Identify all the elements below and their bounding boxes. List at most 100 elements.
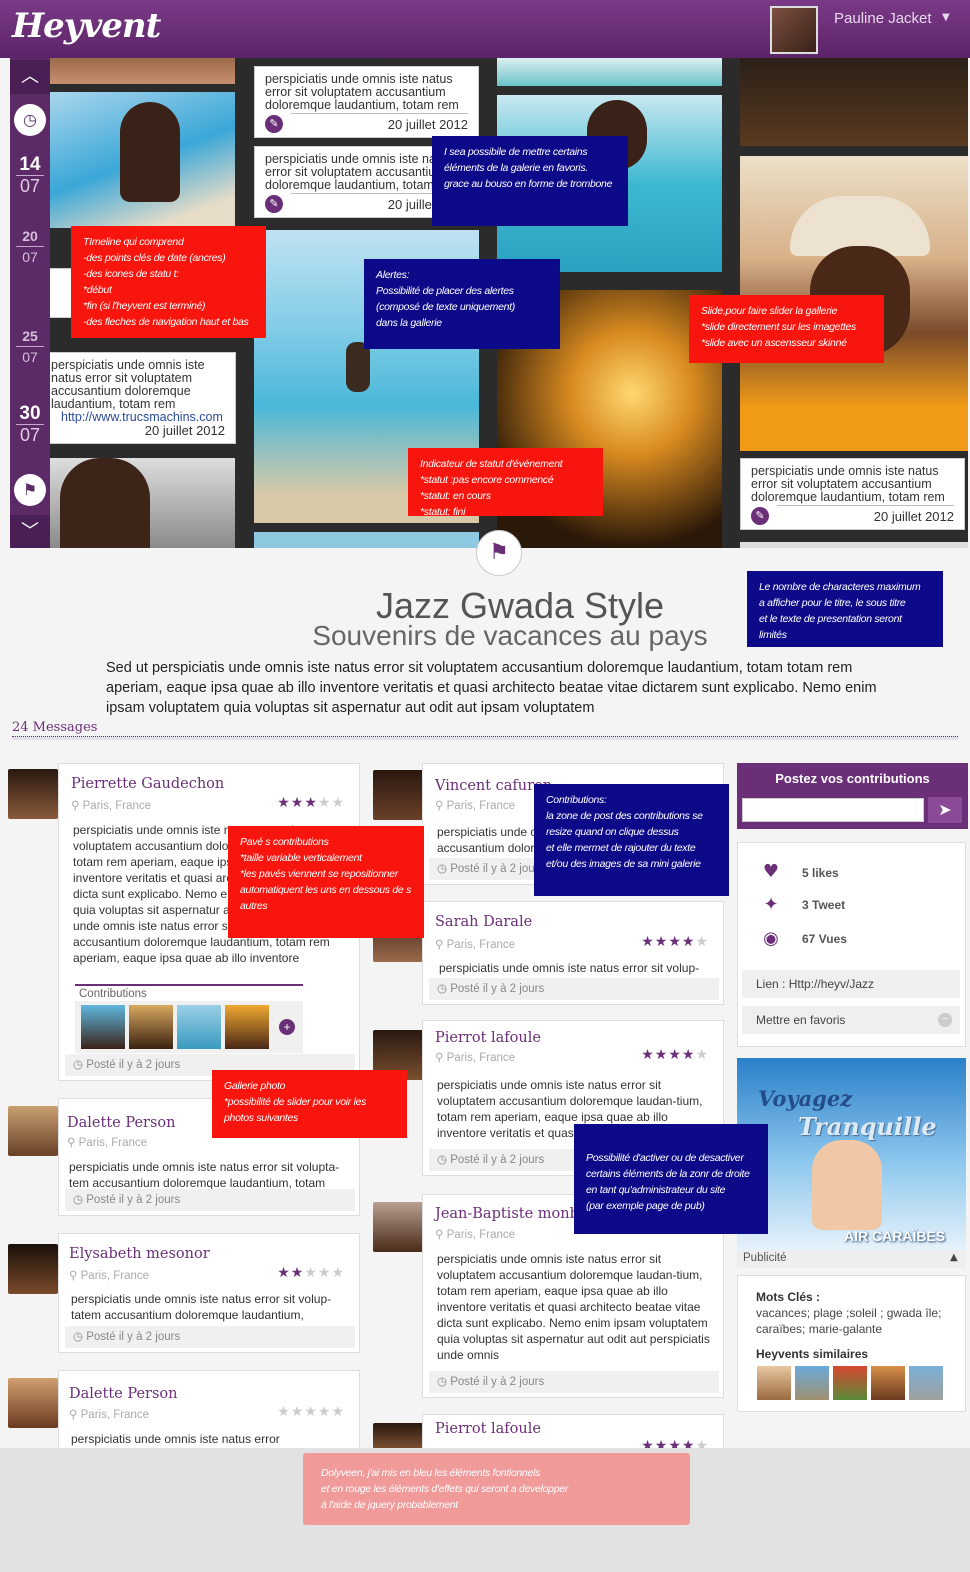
post-contribution-label: Postez vos contributions: [775, 771, 930, 786]
ad-headline: Voyagez: [758, 1086, 853, 1111]
share-link[interactable]: Lien : Http://heyv/Jazz: [742, 970, 960, 998]
ad-label: Publicité: [737, 1250, 966, 1268]
similar-thumb[interactable]: [909, 1366, 943, 1400]
avatar[interactable]: [373, 770, 423, 820]
post-author[interactable]: Sarah Darale: [435, 914, 532, 930]
minus-icon[interactable]: −: [938, 1013, 952, 1027]
card-text: perspiciatis unde omnis iste natus error…: [51, 358, 205, 411]
post-author[interactable]: Dalette Person: [67, 1115, 175, 1131]
post-location: ⚲ Paris, France: [435, 939, 516, 951]
post-footer: ◷ Posté il y à 2 jours: [65, 1326, 355, 1348]
post-card[interactable]: Elysabeth mesonor ⚲ Paris, France ★★★★★ …: [58, 1233, 360, 1353]
event-description: Sed ut perspiciatis unde omnis iste natu…: [106, 660, 877, 716]
post-card[interactable]: Dalette Person ⚲ Paris, France ★★★★★ per…: [58, 1370, 360, 1460]
contribution-input[interactable]: [742, 798, 924, 822]
likes-count: 5 likes: [802, 866, 839, 880]
post-author[interactable]: Pierrette Gaudechon: [71, 776, 224, 792]
ad-image: [812, 1140, 882, 1230]
annotation-desactiver: Possibilité d'activer ou de desactiver c…: [574, 1124, 768, 1234]
similar-thumb[interactable]: [795, 1366, 829, 1400]
post-text: perspiciatis unde omnis iste natus error…: [69, 1160, 340, 1190]
post-author[interactable]: Elysabeth mesonor: [69, 1246, 210, 1262]
contributions-label: Contributions: [79, 988, 147, 1000]
annotation-indicateur: Indicateur de statut d'événement *statut…: [408, 448, 603, 518]
timeline-date[interactable]: 20 07: [10, 226, 50, 267]
heart-icon[interactable]: ♥: [760, 861, 782, 882]
keywords-list: vacances; plage ;soleil ; gwada île; car…: [756, 1306, 942, 1336]
collapse-icon[interactable]: ▲: [950, 1252, 958, 1263]
timeline-date[interactable]: 14 07: [10, 155, 50, 196]
gallery-image[interactable]: [497, 58, 722, 86]
annotation-alertes: Alertes: Possibilité de placer des alert…: [364, 259, 560, 349]
contribution-thumb[interactable]: [129, 1005, 173, 1049]
post-footer: ◷ Posté il y à 2 jours: [429, 1371, 719, 1393]
gallery-image[interactable]: [50, 458, 235, 548]
post-card[interactable]: Pierrot lafoule ★★★★★: [422, 1414, 724, 1450]
gallery-image[interactable]: [740, 58, 968, 146]
gallery-card[interactable]: perspiciatis unde omnis iste natus error…: [40, 352, 236, 444]
logo[interactable]: Heyvent: [12, 6, 161, 46]
gallery-image[interactable]: [50, 92, 235, 228]
messages-count: 24 Messages: [12, 720, 98, 735]
paperclip-icon[interactable]: ✎: [265, 195, 283, 213]
timeline-date[interactable]: 25 07: [10, 326, 50, 367]
avatar[interactable]: [373, 1202, 423, 1252]
similar-label: Heyvents similaires: [756, 1347, 869, 1361]
post-location: ⚲ Paris, France: [69, 1409, 150, 1421]
avatar[interactable]: [8, 1378, 58, 1428]
gallery-image[interactable]: [254, 532, 479, 548]
eye-icon: ◉: [763, 928, 779, 949]
avatar[interactable]: [8, 1106, 58, 1156]
chevron-down-icon[interactable]: ▼: [942, 12, 950, 23]
post-author[interactable]: Pierrot lafoule: [435, 1030, 541, 1046]
add-icon[interactable]: +: [279, 1019, 295, 1035]
ad-brand: AIR CARAÏBES: [844, 1228, 946, 1244]
send-icon[interactable]: ➤: [928, 797, 962, 823]
avatar[interactable]: [373, 1423, 423, 1449]
avatar[interactable]: [8, 769, 58, 819]
similar-thumb[interactable]: [833, 1366, 867, 1400]
chevron-down-icon[interactable]: ﹀: [10, 515, 50, 548]
rating-stars: ★★★★★: [277, 794, 345, 810]
gallery-card[interactable]: perspiciatis unde omnis iste natus error…: [740, 458, 965, 530]
annotation-characters: Le nombre de characteres maximum a affic…: [747, 571, 943, 647]
gallery-card[interactable]: perspiciatis unde omnis iste natus error…: [254, 66, 479, 138]
post-author[interactable]: Jean-Baptiste monbi: [435, 1206, 584, 1222]
similar-thumb[interactable]: [871, 1366, 905, 1400]
chevron-up-icon[interactable]: ︿: [10, 60, 50, 94]
contributions-box: Contributions +: [75, 984, 303, 1053]
similar-thumb[interactable]: [757, 1366, 791, 1400]
user-avatar[interactable]: [770, 6, 818, 54]
timeline-date[interactable]: 30 07: [10, 404, 50, 445]
annotation-favoris: I sea possibile de mettre certains éléme…: [432, 136, 628, 226]
paperclip-icon[interactable]: ✎: [751, 507, 769, 525]
post-author[interactable]: Pierrot lafoule: [435, 1421, 541, 1437]
card-date: 20 juillet 2012: [144, 423, 225, 438]
rating-stars: ★★★★★: [277, 1403, 345, 1419]
post-author[interactable]: Dalette Person: [69, 1386, 177, 1402]
favorite-button[interactable]: Mettre en favoris −: [742, 1006, 960, 1034]
gallery-image[interactable]: [740, 542, 968, 548]
avatar[interactable]: [8, 1244, 58, 1294]
divider: [777, 505, 954, 506]
post-text: perspiciatis unde omnis iste natus error: [71, 1432, 280, 1446]
gallery-image[interactable]: [50, 58, 235, 84]
rating-stars: ★★★★★: [277, 1264, 345, 1280]
post-footer: ◷ Posté il y à 2 jours: [429, 978, 719, 1000]
post-text: perspiciatis unde omnis iste natus error…: [439, 961, 700, 975]
keywords-label: Mots Clés :: [756, 1290, 821, 1304]
contribution-thumb[interactable]: [177, 1005, 221, 1049]
contribution-thumb[interactable]: [225, 1005, 269, 1049]
post-card[interactable]: Sarah Darale ⚲ Paris, France ★★★★★ persp…: [422, 901, 724, 1005]
paperclip-icon[interactable]: ✎: [265, 115, 283, 133]
user-name[interactable]: Pauline Jacket: [834, 10, 932, 27]
contribution-thumb[interactable]: [81, 1005, 125, 1049]
post-location: ⚲ Paris, France: [435, 800, 516, 812]
event-subtitle: Souvenirs de vacances au pays: [312, 620, 708, 651]
twitter-icon[interactable]: ✦: [760, 894, 782, 915]
flag-icon: ⚑: [476, 530, 522, 576]
post-location: ⚲ Paris, France: [69, 1270, 150, 1282]
rating-stars: ★★★★★: [641, 933, 709, 949]
divider: [291, 113, 468, 114]
post-location: ⚲ Paris, France: [435, 1229, 516, 1241]
